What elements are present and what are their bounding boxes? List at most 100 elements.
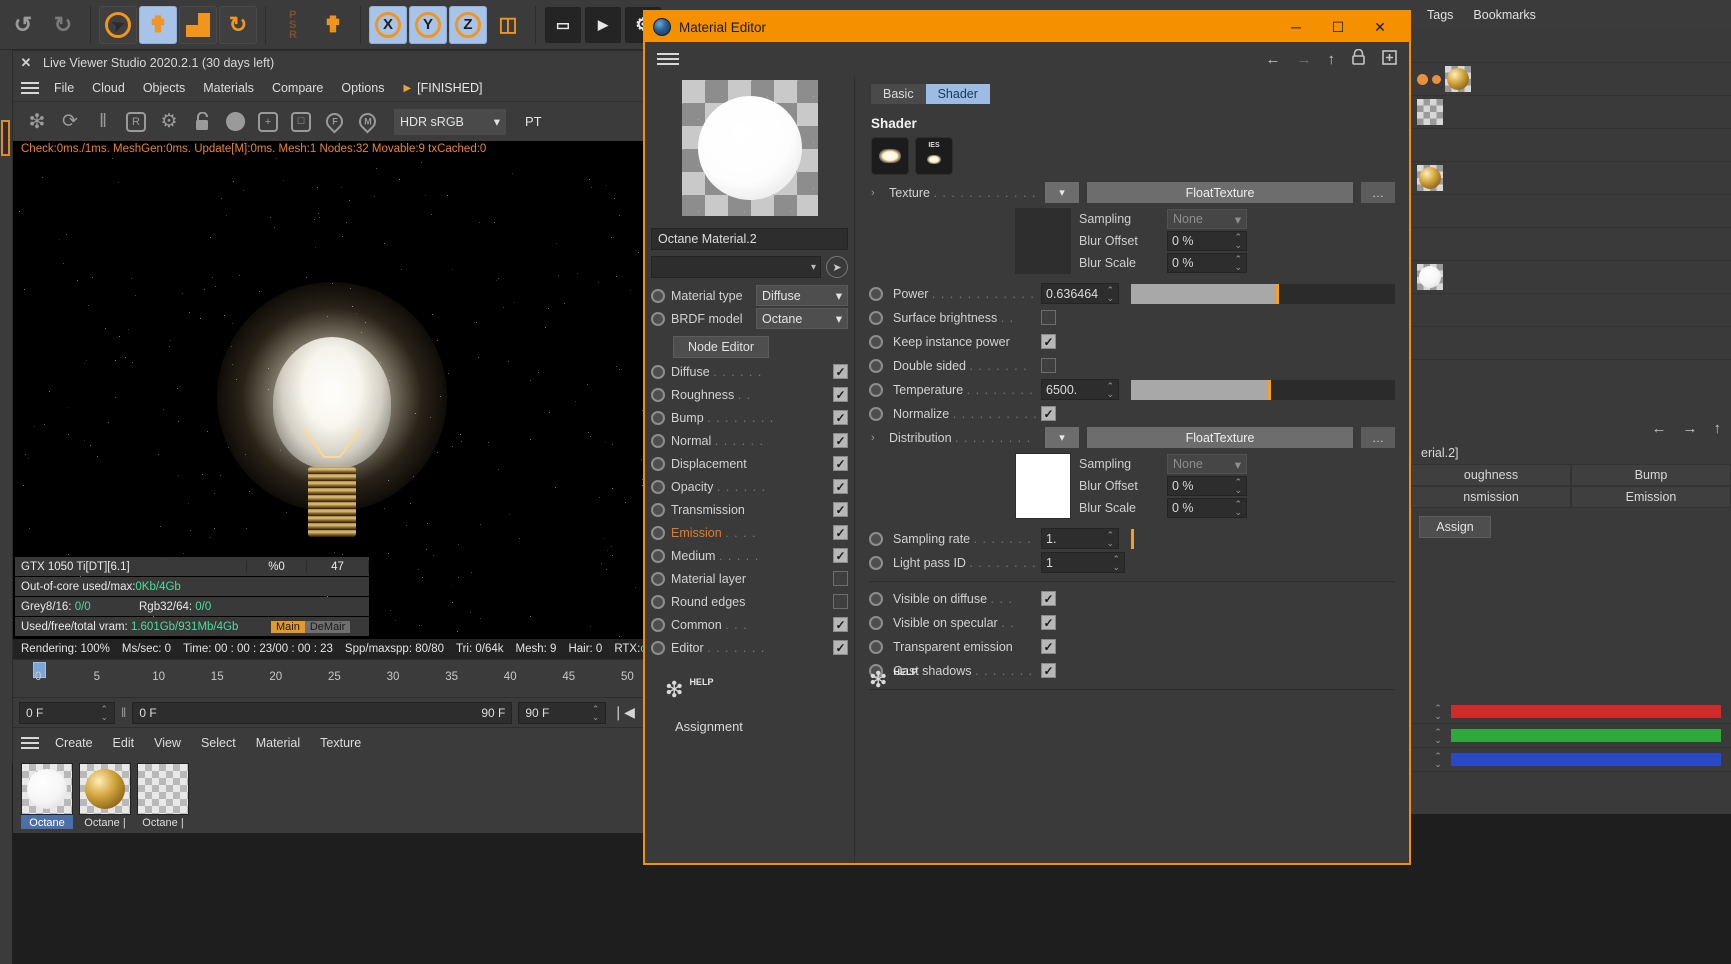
- up-icon[interactable]: ↑: [1714, 420, 1722, 437]
- object-row[interactable]: [1411, 30, 1731, 63]
- emission-toggle-checkbox[interactable]: [1041, 310, 1056, 325]
- channel-checkbox[interactable]: ✓: [833, 433, 848, 448]
- object-row[interactable]: [1411, 294, 1731, 327]
- render-view-button[interactable]: ▭: [544, 6, 582, 44]
- undo-button[interactable]: ↺: [4, 6, 42, 44]
- channel-checkbox[interactable]: ✓: [833, 525, 848, 540]
- ies-emission-icon[interactable]: IES: [915, 137, 953, 175]
- stepper-icon[interactable]: ⌃ ⌄: [1234, 233, 1242, 249]
- world-axis-move-button[interactable]: ✟: [314, 6, 352, 44]
- texture-color-swatch[interactable]: [1015, 208, 1071, 274]
- emission-toggle-radio[interactable]: [869, 311, 883, 325]
- object-row[interactable]: [1411, 327, 1731, 360]
- animation-timeline[interactable]: 0 5 10 15 20 25 30 35 40 45 50: [13, 659, 651, 697]
- attribute-tab-emission[interactable]: Emission: [1571, 486, 1731, 508]
- object-row[interactable]: [1411, 195, 1731, 228]
- object-row[interactable]: [1411, 162, 1731, 195]
- settings-gear-icon[interactable]: ⚙: [155, 108, 183, 136]
- emission-toggle-radio[interactable]: [869, 335, 883, 349]
- color-profile-dropdown[interactable]: HDR sRGB ▾: [394, 109, 506, 135]
- material-editor-titlebar[interactable]: Material Editor ─ ☐ ✕: [645, 12, 1409, 42]
- scale-tool-button[interactable]: [179, 6, 217, 44]
- distribution-blur-offset-field[interactable]: 0 % ⌃ ⌄: [1167, 476, 1247, 496]
- region-render-icon[interactable]: R: [122, 108, 150, 136]
- sampling-rate-value-field[interactable]: 1. ⌃ ⌄: [1041, 528, 1119, 549]
- material-menu-view[interactable]: View: [144, 734, 191, 752]
- material-tag-thumbnail[interactable]: [1417, 165, 1443, 191]
- material-tag-thumbnail[interactable]: [1417, 264, 1443, 290]
- channel-radio[interactable]: [651, 618, 665, 632]
- blackbody-emission-icon[interactable]: [871, 137, 909, 175]
- distribution-browse-button[interactable]: …: [1361, 427, 1395, 448]
- right-help-block[interactable]: ❇ HELP: [869, 667, 917, 693]
- channel-checkbox[interactable]: [833, 571, 848, 586]
- menu-item-compare[interactable]: Compare: [263, 79, 332, 97]
- temperature-radio[interactable]: [869, 383, 883, 397]
- channel-checkbox[interactable]: [833, 594, 848, 609]
- light-pass-id-radio[interactable]: [869, 556, 883, 570]
- back-icon[interactable]: ←: [1266, 51, 1281, 68]
- forward-icon[interactable]: →: [1297, 51, 1312, 68]
- channel-radio[interactable]: [651, 434, 665, 448]
- green-channel-bar[interactable]: [1451, 729, 1721, 742]
- material-tag-thumbnail[interactable]: [1445, 66, 1471, 92]
- stepper-icon[interactable]: ⌃ ⌄: [1431, 728, 1445, 744]
- material-menu-material[interactable]: Material: [246, 734, 310, 752]
- channel-radio[interactable]: [651, 526, 665, 540]
- assign-button[interactable]: Assign: [1419, 516, 1491, 538]
- render-viewport[interactable]: GTX 1050 Ti[DT][6.1] %0 47 Out-of-core u…: [13, 157, 651, 639]
- visibility-checkbox[interactable]: ✓: [1041, 591, 1056, 606]
- channel-radio[interactable]: [651, 572, 665, 586]
- object-row[interactable]: [1411, 63, 1731, 96]
- tab-basic[interactable]: Basic: [871, 84, 926, 104]
- psr-tool-button[interactable]: PSR: [274, 6, 312, 44]
- menu-item-bookmarks[interactable]: Bookmarks: [1465, 6, 1544, 24]
- channel-checkbox[interactable]: ✓: [833, 456, 848, 471]
- pause-icon[interactable]: ‖: [89, 108, 117, 136]
- rotate-tool-button[interactable]: ↻: [219, 6, 257, 44]
- checker-tag-thumbnail[interactable]: [1417, 99, 1443, 125]
- material-thumbnail[interactable]: [21, 763, 73, 815]
- material-type-radio[interactable]: [651, 289, 665, 303]
- texture-browse-button[interactable]: …: [1361, 182, 1395, 203]
- stepper-icon[interactable]: ⌃ ⌄: [1431, 752, 1445, 768]
- object-icon[interactable]: ☐: [287, 108, 315, 136]
- temperature-slider[interactable]: [1131, 380, 1395, 400]
- distribution-sampling-dropdown[interactable]: None ▾: [1167, 454, 1247, 474]
- add-icon[interactable]: +: [254, 108, 282, 136]
- current-frame-field[interactable]: 0 F ⌃ ⌄: [19, 702, 115, 724]
- visibility-radio[interactable]: [869, 616, 883, 630]
- forward-icon[interactable]: →: [1683, 420, 1698, 437]
- material-thumbnail[interactable]: [79, 763, 131, 815]
- channel-radio[interactable]: [651, 365, 665, 379]
- material-menu-texture[interactable]: Texture: [310, 734, 371, 752]
- sampling-rate-slider[interactable]: [1131, 529, 1395, 549]
- attribute-tab-roughness[interactable]: oughness: [1411, 464, 1571, 486]
- normalize-radio[interactable]: [869, 407, 883, 421]
- material-menu-icon[interactable]: [21, 737, 39, 749]
- menu-item-tags[interactable]: Tags: [1419, 6, 1461, 24]
- close-button[interactable]: ✕: [1359, 12, 1401, 42]
- object-row[interactable]: [1411, 228, 1731, 261]
- stepper-icon-2[interactable]: ⌃ ⌄: [592, 705, 600, 721]
- axis-lock-x-button[interactable]: X: [369, 6, 407, 44]
- material-menu-edit[interactable]: Edit: [103, 734, 145, 752]
- badge-demair[interactable]: DeMair: [305, 621, 350, 633]
- menu-item-options[interactable]: Options: [332, 79, 393, 97]
- tag-dot-icon[interactable]: [1417, 74, 1428, 85]
- coordinate-system-button[interactable]: ◫: [489, 6, 527, 44]
- redo-button[interactable]: ↻: [44, 6, 82, 44]
- object-row[interactable]: [1411, 261, 1731, 294]
- distribution-blur-scale-field[interactable]: 0 % ⌃ ⌄: [1167, 498, 1247, 518]
- red-channel-bar[interactable]: [1451, 705, 1721, 718]
- material-pin-icon[interactable]: M: [353, 108, 381, 136]
- channel-radio[interactable]: [651, 595, 665, 609]
- channel-radio[interactable]: [651, 388, 665, 402]
- channel-radio[interactable]: [651, 549, 665, 563]
- attribute-tab-bump[interactable]: Bump: [1571, 464, 1731, 486]
- material-preview-thumbnail[interactable]: [682, 80, 818, 216]
- color-row-green[interactable]: ⌃ ⌄: [1411, 724, 1731, 748]
- node-editor-button[interactable]: Node Editor: [673, 336, 769, 358]
- power-slider[interactable]: [1131, 284, 1395, 304]
- temperature-value-field[interactable]: 6500. ⌃ ⌄: [1041, 379, 1119, 400]
